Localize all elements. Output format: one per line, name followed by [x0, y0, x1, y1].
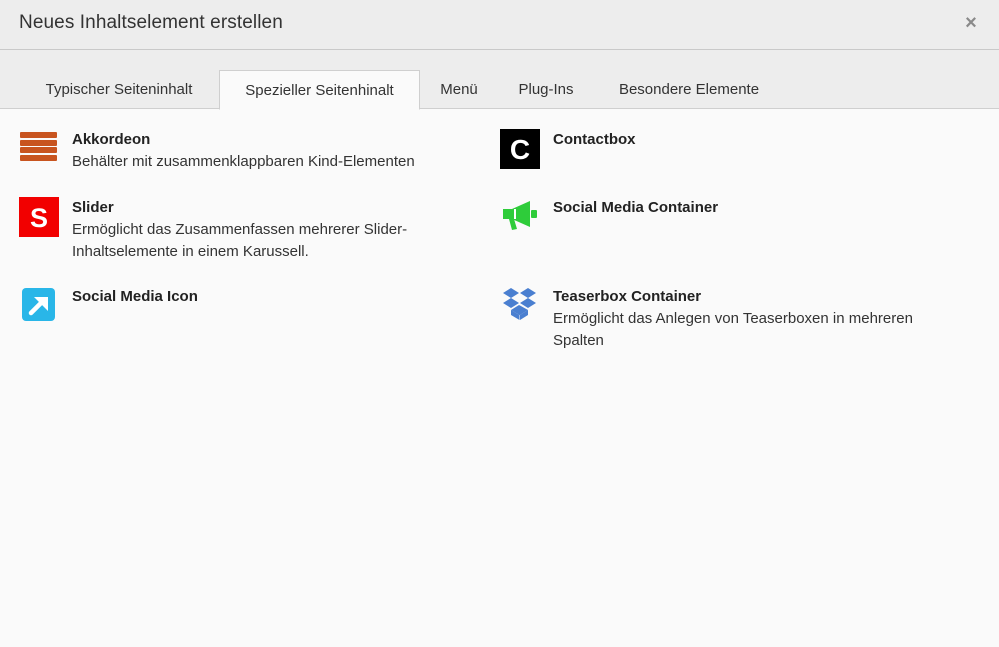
megaphone-icon — [500, 197, 540, 237]
element-title: Slider — [72, 199, 114, 216]
element-description: Ermöglicht das Zusammenfassen mehrerer S… — [72, 219, 407, 263]
tab-special-elements[interactable]: Besondere Elemente — [594, 70, 784, 109]
element-slider[interactable]: S Slider Ermöglicht das Zusammenfassen m… — [19, 197, 479, 263]
element-title: Contactbox — [553, 131, 636, 148]
element-description: Behälter mit zusammenklappbaren Kind-Ele… — [72, 153, 415, 170]
element-description: Ermöglicht das Anlegen von Teaserboxen i… — [553, 308, 913, 352]
element-social-media-container[interactable]: Social Media Container — [500, 197, 970, 237]
element-social-media-icon[interactable]: Social Media Icon — [19, 286, 479, 326]
arrow-up-right-icon — [19, 286, 59, 326]
slider-s-icon: S — [19, 197, 59, 237]
dropbox-icon — [500, 286, 540, 326]
element-title: Social Media Icon — [72, 288, 198, 305]
description-line: Spalten — [553, 332, 604, 349]
tab-special-content[interactable]: Spezieller Seitenhinalt — [219, 70, 420, 110]
dialog-title: Neues Inhaltselement erstellen — [19, 12, 283, 33]
element-title: Social Media Container — [553, 199, 719, 216]
tab-plugins[interactable]: Plug-Ins — [498, 70, 594, 109]
element-title: Akkordeon — [72, 131, 151, 148]
new-content-element-dialog: Neues Inhaltselement erstellen × Typisch… — [0, 0, 999, 647]
contactbox-c-icon: C — [500, 129, 540, 169]
description-line: Ermöglicht das Zusammenfassen mehrerer S… — [72, 221, 408, 238]
accordion-icon — [19, 129, 59, 169]
dialog-header: Neues Inhaltselement erstellen × — [0, 0, 999, 50]
slider-glyph: S — [30, 203, 48, 233]
element-teaserbox-container[interactable]: Teaserbox Container Ermöglicht das Anleg… — [500, 286, 970, 352]
element-contactbox[interactable]: C Contactbox — [500, 129, 970, 169]
description-line: Ermöglicht das Anlegen von Teaserboxen i… — [553, 310, 913, 327]
tab-menu[interactable]: Menü — [420, 70, 498, 109]
close-button[interactable]: × — [962, 13, 980, 33]
description-line: Inhaltselemente in einem Karussell. — [72, 243, 309, 260]
contactbox-glyph: C — [510, 134, 530, 165]
element-akkordeon[interactable]: Akkordeon Behälter mit zusammenklappbare… — [19, 129, 479, 175]
element-title: Teaserbox Container — [553, 288, 702, 305]
tab-strip: Typischer Seiteninhalt Spezieller Seiten… — [0, 50, 999, 110]
tab-typical-content[interactable]: Typischer Seiteninhalt — [19, 70, 219, 109]
